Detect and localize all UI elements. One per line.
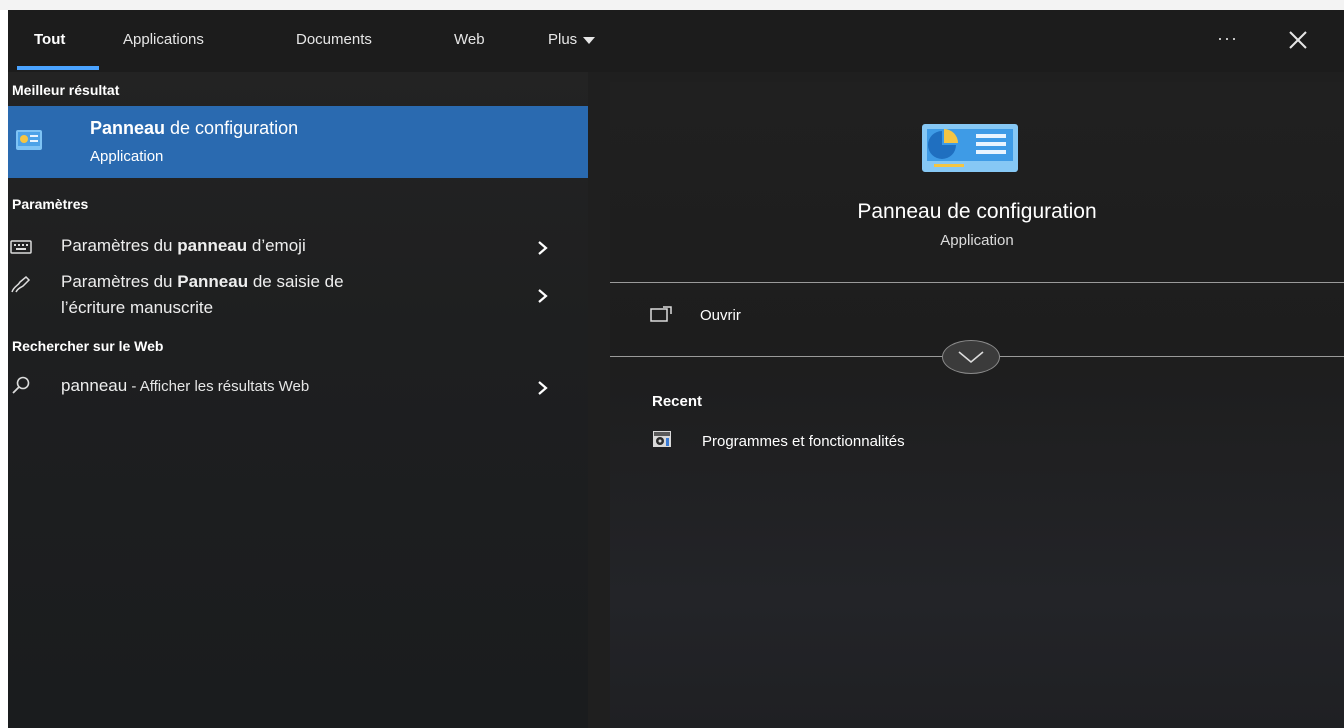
settings-item-label: Paramètres du panneau d’emoji <box>61 234 306 258</box>
tab-all[interactable]: Tout <box>34 31 65 48</box>
results-list: Meilleur résultat Panneau de configurati… <box>8 72 588 728</box>
web-query: panneau <box>61 376 128 395</box>
chevron-down-icon <box>958 351 984 364</box>
settings-item-label: Paramètres du Panneau de saisie de <box>61 270 344 294</box>
web-search-header: Rechercher sur le Web <box>12 338 164 354</box>
preview-subtitle: Application <box>940 232 1014 249</box>
active-tab-indicator <box>17 66 99 70</box>
settings-item-handwriting-panel[interactable]: Paramètres du Panneau de saisie de l’écr… <box>8 268 588 324</box>
pen-icon <box>11 276 31 293</box>
programs-features-icon <box>653 431 671 447</box>
tab-applications[interactable]: Applications <box>123 31 204 48</box>
search-icon <box>12 376 30 394</box>
best-match-title-rest: de configuration <box>165 118 299 138</box>
label-suffix: d’emoji <box>247 236 306 255</box>
tab-more[interactable]: Plus <box>548 31 596 48</box>
open-window-icon <box>650 306 672 322</box>
browser-bookmark-strip <box>0 0 1344 10</box>
best-match-header: Meilleur résultat <box>12 82 120 98</box>
close-button[interactable] <box>1280 24 1316 56</box>
keyboard-icon <box>10 240 32 254</box>
web-search-item[interactable]: panneau - Afficher les résultats Web <box>8 368 588 404</box>
settings-item-label-line2: l’écriture manuscrite <box>61 298 214 317</box>
settings-item-emoji-panel[interactable]: Paramètres du panneau d’emoji <box>8 228 588 264</box>
label-prefix: Paramètres du <box>61 272 178 291</box>
best-match-title: Panneau de configuration <box>90 118 298 139</box>
more-options-button[interactable]: ... <box>1208 24 1248 54</box>
chevron-right-icon <box>538 241 548 255</box>
chevron-right-icon <box>538 289 548 303</box>
web-suffix: - Afficher les résultats Web <box>127 378 310 395</box>
best-match-subtitle: Application <box>90 148 164 165</box>
close-icon <box>1289 31 1307 49</box>
recent-item-label: Programmes et fonctionnalités <box>702 433 905 450</box>
tab-more-label: Plus <box>548 31 578 48</box>
preview-pane: Panneau de configuration Application Ouv… <box>610 82 1344 728</box>
control-panel-icon <box>16 130 42 150</box>
caret-down-icon <box>583 36 596 44</box>
label-bold: Panneau <box>177 272 249 291</box>
search-tab-bar: Tout Applications Documents Web Plus ... <box>8 10 1344 72</box>
label-suffix: de saisie de <box>248 272 344 291</box>
open-label: Ouvrir <box>700 307 741 324</box>
label-bold: panneau <box>177 236 248 255</box>
chevron-right-icon <box>538 381 548 395</box>
divider <box>610 282 1344 283</box>
web-search-label: panneau - Afficher les résultats Web <box>61 374 309 399</box>
tab-documents[interactable]: Documents <box>296 31 372 48</box>
recent-header: Recent <box>652 393 703 410</box>
best-match-title-bold: Panneau <box>90 118 166 138</box>
best-match-item[interactable]: Panneau de configuration Application <box>8 106 588 178</box>
preview-title: Panneau de configuration <box>857 200 1097 223</box>
expand-button[interactable] <box>942 340 1000 374</box>
settings-header: Paramètres <box>12 196 89 212</box>
control-panel-icon <box>922 124 1018 172</box>
windows-search-panel: Tout Applications Documents Web Plus ...… <box>8 10 1344 728</box>
tab-web[interactable]: Web <box>454 31 485 48</box>
label-prefix: Paramètres du <box>61 236 178 255</box>
